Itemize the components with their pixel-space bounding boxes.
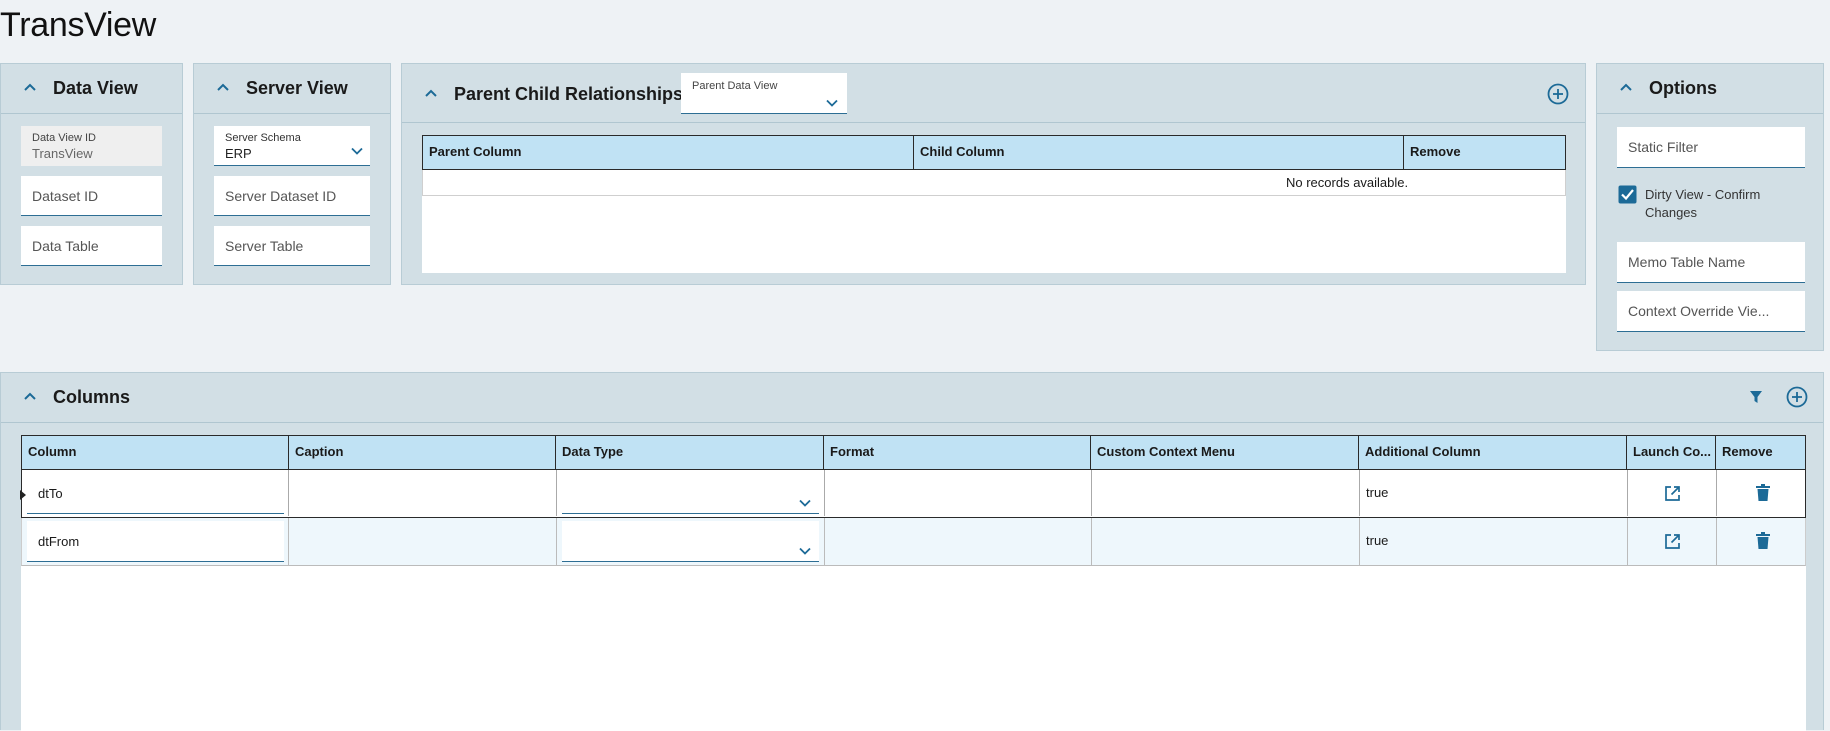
static-filter-input[interactable]: Static Filter (1617, 127, 1805, 168)
data-view-id-value: TransView (32, 146, 93, 161)
grid-header-custom-context-menu[interactable]: Custom Context Menu (1090, 435, 1358, 470)
table-row[interactable]: dtTo true (20, 470, 1807, 518)
relationships-panel: Parent Child Relationships Parent Data V… (401, 63, 1586, 285)
columns-grid: Column Caption Data Type Format Custom C… (20, 435, 1807, 731)
chevron-down-icon[interactable] (799, 494, 811, 512)
dirty-view-checkbox-checked-icon[interactable] (1618, 185, 1637, 204)
dataset-id-placeholder: Dataset ID (32, 188, 99, 204)
columns-title: Columns (53, 387, 131, 407)
caption-cell[interactable] (288, 518, 556, 565)
column-name-value: dtTo (38, 486, 63, 501)
memo-table-placeholder: Memo Table Name (1628, 254, 1746, 270)
relationships-header: Parent Child Relationships Parent Data V… (402, 64, 1585, 123)
data-type-cell (556, 470, 824, 516)
server-table-input[interactable]: Server Table (214, 226, 370, 266)
data-type-dropdown[interactable] (562, 473, 819, 514)
data-table-input[interactable]: Data Table (21, 226, 162, 266)
format-cell[interactable] (824, 518, 1091, 565)
data-type-cell (556, 518, 824, 565)
collapse-chevron-up-icon[interactable] (23, 391, 37, 405)
server-schema-dropdown[interactable]: Server Schema ERP (214, 126, 370, 166)
server-table-placeholder: Server Table (225, 238, 304, 254)
server-view-header: Server View (194, 64, 390, 114)
data-view-title: Data View (53, 78, 138, 98)
data-view-header: Data View (1, 64, 182, 114)
dataset-id-input[interactable]: Dataset ID (21, 176, 162, 216)
additional-column-value: true (1366, 485, 1389, 500)
custom-context-menu-cell[interactable] (1091, 470, 1359, 516)
grid-header-parent-column[interactable]: Parent Column (422, 135, 913, 170)
add-column-plus-circle-icon[interactable] (1786, 386, 1808, 408)
server-dataset-id-placeholder: Server Dataset ID (225, 188, 337, 204)
server-view-title: Server View (246, 78, 348, 98)
no-records-text: No records available. (1286, 175, 1409, 190)
server-view-panel: Server View Server Schema ERP Server Dat… (193, 63, 391, 285)
dirty-view-label-line1: Dirty View - Confirm (1645, 187, 1761, 202)
app-title: TransView (0, 6, 157, 44)
filter-icon[interactable] (1749, 390, 1763, 404)
add-relationship-plus-circle-icon[interactable] (1547, 83, 1569, 105)
grid-header-caption[interactable]: Caption (288, 435, 555, 470)
options-title: Options (1649, 78, 1717, 98)
data-view-id-label: Data View ID (32, 132, 96, 144)
remove-cell (1716, 518, 1807, 565)
chevron-down-icon[interactable] (351, 142, 363, 160)
server-dataset-id-input[interactable]: Server Dataset ID (214, 176, 370, 216)
caption-cell[interactable] (288, 470, 556, 516)
row-indicator-caret-right-icon (20, 487, 26, 505)
columns-panel: Columns Column Caption Data Type Format … (0, 372, 1824, 731)
external-link-icon[interactable] (1664, 485, 1681, 502)
static-filter-placeholder: Static Filter (1628, 139, 1699, 155)
columns-header: Columns (1, 373, 1823, 423)
collapse-chevron-up-icon[interactable] (424, 88, 438, 102)
trash-icon[interactable] (1756, 484, 1770, 501)
data-view-id-field: Data View ID TransView (21, 126, 162, 166)
collapse-chevron-up-icon[interactable] (1619, 82, 1633, 96)
dirty-view-label-line2: Changes (1645, 205, 1698, 220)
relationships-grid: Parent Column Child Column Remove No rec… (422, 135, 1566, 273)
relationships-title: Parent Child Relationships (454, 84, 684, 104)
launch-context-cell (1627, 518, 1716, 565)
grid-header-launch-context[interactable]: Launch Co... (1626, 435, 1715, 470)
trash-icon[interactable] (1756, 532, 1770, 549)
collapse-chevron-up-icon[interactable] (216, 82, 230, 96)
no-records-row: No records available. (422, 170, 1566, 196)
grid-header-format[interactable]: Format (823, 435, 1090, 470)
options-header: Options (1597, 64, 1823, 114)
column-name-value: dtFrom (38, 534, 80, 549)
grid-header-additional-column[interactable]: Additional Column (1358, 435, 1626, 470)
additional-column-value: true (1366, 533, 1389, 548)
grid-header-data-type[interactable]: Data Type (555, 435, 823, 470)
additional-column-cell[interactable]: true (1359, 470, 1627, 516)
grid-header-remove[interactable]: Remove (1403, 135, 1566, 170)
memo-table-input[interactable]: Memo Table Name (1617, 242, 1805, 283)
parent-data-view-dropdown[interactable]: Parent Data View (681, 73, 847, 114)
launch-context-cell (1627, 470, 1716, 516)
table-row[interactable]: dtFrom true (21, 518, 1806, 566)
data-view-panel: Data View Data View ID TransView Dataset… (0, 63, 183, 285)
custom-context-menu-cell[interactable] (1091, 518, 1359, 565)
chevron-down-icon[interactable] (799, 542, 811, 560)
context-override-input[interactable]: Context Override Vie... (1617, 291, 1805, 332)
chevron-down-icon[interactable] (826, 94, 838, 112)
column-name-input[interactable]: dtFrom (27, 521, 284, 562)
collapse-chevron-up-icon[interactable] (23, 82, 37, 96)
parent-data-view-label: Parent Data View (692, 80, 778, 92)
remove-cell (1716, 470, 1807, 516)
column-name-input[interactable]: dtTo (27, 473, 284, 514)
data-type-dropdown[interactable] (562, 521, 819, 562)
grid-header-remove[interactable]: Remove (1715, 435, 1806, 470)
grid-header-child-column[interactable]: Child Column (913, 135, 1403, 170)
context-override-placeholder: Context Override Vie... (1628, 303, 1770, 319)
server-schema-label: Server Schema (225, 132, 301, 144)
options-panel: Options Static Filter Dirty View - Confi… (1596, 63, 1824, 351)
server-schema-value: ERP (225, 146, 252, 161)
data-table-placeholder: Data Table (32, 238, 99, 254)
additional-column-cell[interactable]: true (1359, 518, 1627, 565)
external-link-icon[interactable] (1664, 533, 1681, 550)
format-cell[interactable] (824, 470, 1091, 516)
grid-header-column[interactable]: Column (21, 435, 288, 470)
